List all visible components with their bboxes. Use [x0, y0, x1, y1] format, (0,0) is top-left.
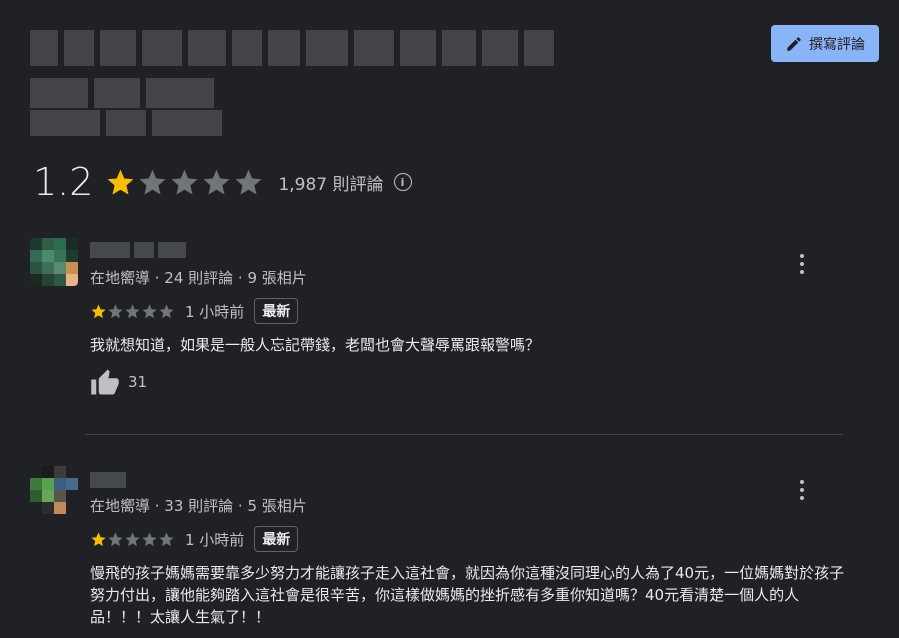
more-options-button[interactable]	[796, 254, 808, 274]
star-empty-icon	[108, 303, 123, 318]
review-stars	[90, 531, 175, 548]
more-options-button[interactable]	[796, 480, 808, 500]
star-empty-icon	[142, 303, 157, 318]
star-filled-icon	[91, 303, 106, 318]
place-subtitle-redacted-2	[30, 110, 222, 136]
review-time: 1 小時前	[185, 530, 245, 549]
star-empty-icon	[172, 169, 198, 195]
review-rating-row: 1 小時前 最新	[90, 526, 299, 552]
review-stars	[90, 303, 175, 320]
reviewer-name-redacted[interactable]	[90, 242, 186, 258]
star-empty-icon	[108, 531, 123, 546]
thumbs-up-icon	[91, 369, 119, 395]
review-count[interactable]: 1,987 則評論	[278, 170, 383, 195]
place-title-redacted	[30, 30, 554, 66]
review-time: 1 小時前	[185, 302, 245, 321]
star-empty-icon	[159, 531, 174, 546]
write-review-label: 撰寫評論	[809, 36, 865, 53]
star-empty-icon	[204, 169, 230, 195]
info-icon[interactable]: i	[393, 173, 412, 191]
review-text: 我就想知道，如果是一般人忘記帶錢，老闆也會大聲辱罵跟報警嗎？	[90, 336, 541, 354]
review-text: 慢飛的孩子媽媽需要靠多少努力才能讓孩子走入這社會，就因為你這種沒同理心的人為了4…	[90, 564, 845, 626]
star-empty-icon	[125, 531, 140, 546]
avatar[interactable]	[30, 238, 78, 286]
place-subtitle-redacted	[30, 78, 214, 108]
avatar[interactable]	[30, 466, 78, 514]
star-empty-icon	[236, 169, 262, 195]
star-empty-icon	[159, 303, 174, 318]
reviewer-name-redacted[interactable]	[90, 472, 126, 488]
review-divider	[85, 434, 843, 435]
star-filled-icon	[108, 169, 134, 195]
newest-badge: 最新	[254, 526, 299, 552]
rating-summary: 1.2 1,987 則評論 i	[33, 160, 412, 204]
star-empty-icon	[125, 303, 140, 318]
review-rating-row: 1 小時前 最新	[90, 298, 299, 324]
reviewer-meta: 在地嚮導 · 24 則評論 · 9 張相片	[90, 269, 307, 287]
like-button[interactable]: 31	[90, 368, 147, 396]
newest-badge: 最新	[254, 298, 299, 324]
star-empty-icon	[140, 169, 166, 195]
average-stars	[105, 167, 264, 198]
pencil-icon	[787, 36, 801, 51]
star-filled-icon	[91, 531, 106, 546]
write-review-button[interactable]: 撰寫評論	[771, 25, 879, 62]
like-count: 31	[128, 373, 148, 391]
average-score: 1.2	[33, 160, 94, 204]
star-empty-icon	[142, 531, 157, 546]
reviewer-meta: 在地嚮導 · 33 則評論 · 5 張相片	[90, 497, 307, 515]
